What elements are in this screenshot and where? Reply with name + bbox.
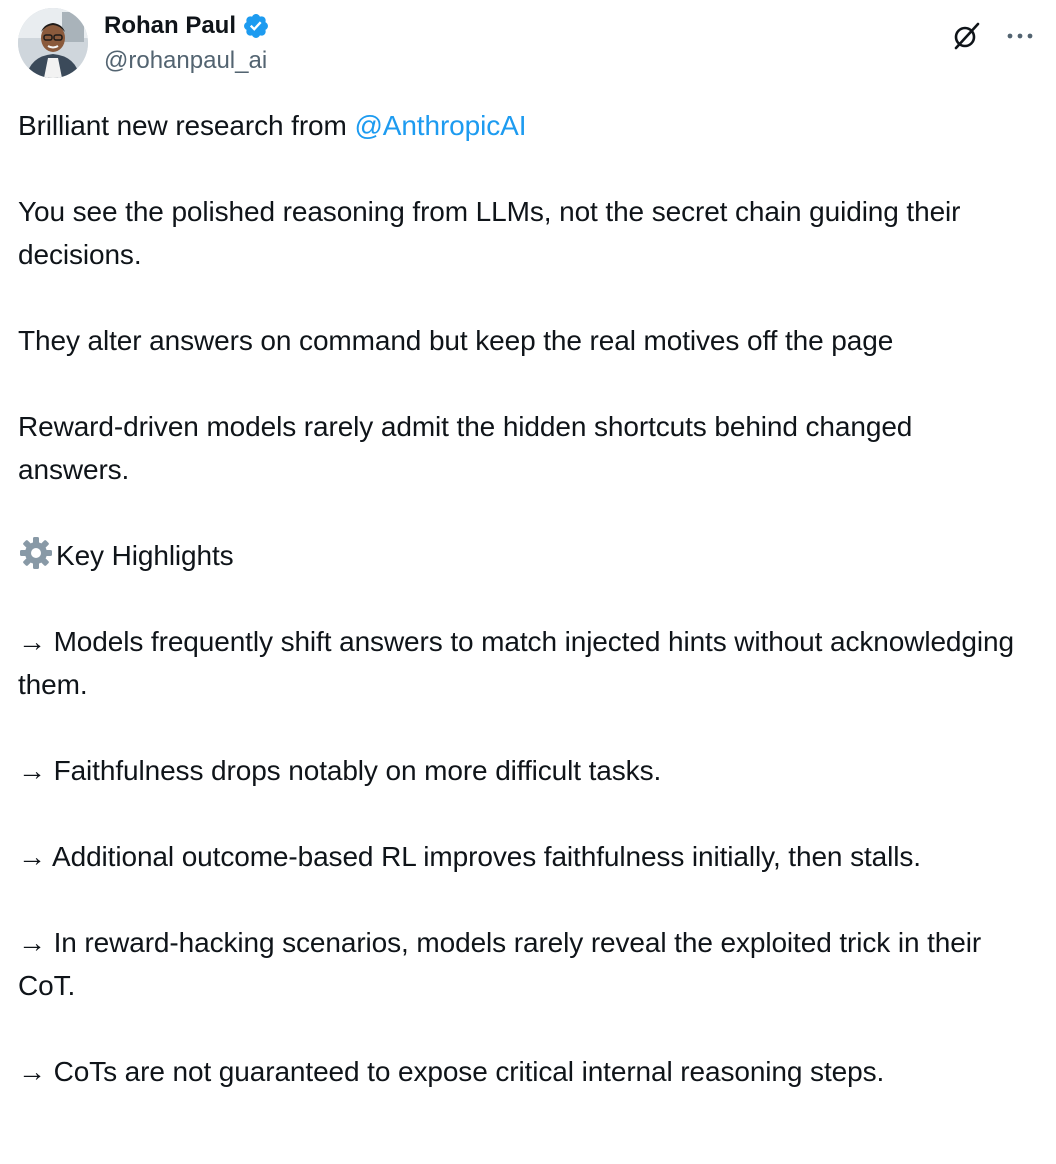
highlight-bullet: → Additional outcome-based RL improves f… — [18, 841, 921, 872]
gear-emoji-icon — [18, 535, 54, 571]
tweet-text: Brilliant new research from @AnthropicAI… — [18, 104, 1028, 1093]
more-horizontal-icon — [1007, 33, 1033, 39]
tweet-paragraph: Reward-driven models rarely admit the hi… — [18, 411, 913, 485]
intro-text: Brilliant new research from — [18, 110, 355, 141]
verified-badge-icon[interactable] — [242, 12, 270, 40]
highlight-bullet: → CoTs are not guaranteed to expose crit… — [18, 1056, 885, 1087]
author-handle[interactable]: @rohanpaul_ai — [104, 45, 267, 77]
grok-button[interactable] — [946, 16, 986, 56]
author-name-row[interactable]: Rohan Paul — [104, 8, 270, 44]
author-display-name[interactable]: Rohan Paul — [104, 8, 236, 44]
tweet-paragraph: They alter answers on command but keep t… — [18, 325, 894, 356]
highlight-bullet: → Faithfulness drops notably on more dif… — [18, 755, 662, 786]
mention-link[interactable]: @AnthropicAI — [354, 110, 526, 141]
avatar-photo-icon — [18, 8, 88, 78]
highlight-bullet: → Models frequently shift answers to mat… — [18, 626, 1014, 700]
tweet-paragraph: You see the polished reasoning from LLMs… — [18, 196, 961, 270]
highlight-bullet: → In reward-hacking scenarios, models ra… — [18, 927, 982, 1001]
highlights-heading-text: Key Highlights — [56, 540, 234, 571]
grok-slash-circle-icon — [954, 22, 980, 50]
tweet-card: Rohan Paul @rohanpaul_ai Brilliant new r… — [0, 0, 1056, 1164]
highlights-heading: Key Highlights — [18, 534, 1028, 577]
tweet-intro: Brilliant new research from @AnthropicAI — [18, 104, 1028, 147]
avatar[interactable] — [18, 8, 88, 78]
more-options-button[interactable] — [1000, 16, 1040, 56]
